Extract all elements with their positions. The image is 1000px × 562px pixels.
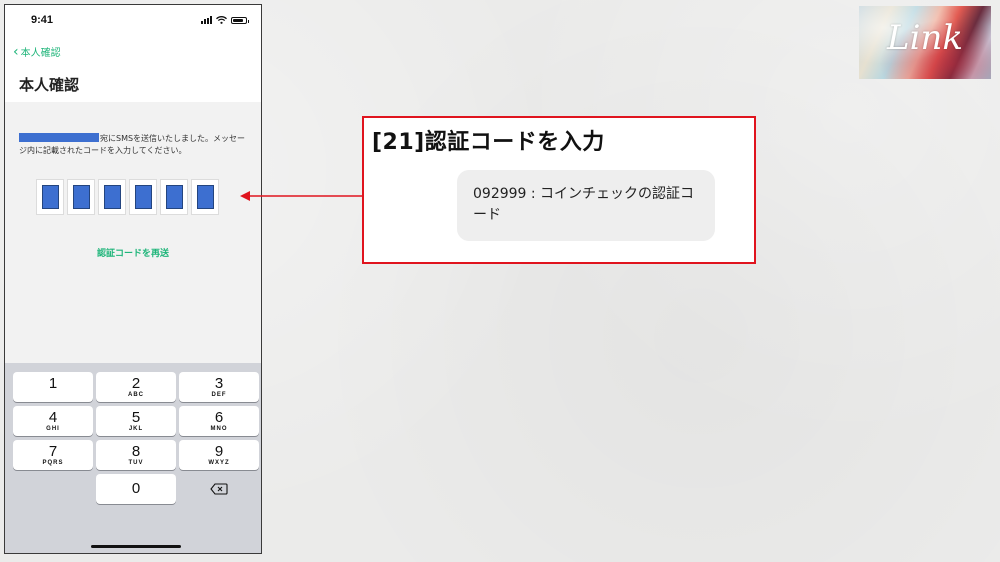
key-letters: PQRS bbox=[42, 460, 64, 466]
code-digit-box[interactable] bbox=[129, 179, 157, 215]
key-1[interactable]: 1 bbox=[13, 372, 93, 402]
key-letters: GHI bbox=[46, 426, 60, 432]
key-4[interactable]: 4 GHI bbox=[13, 406, 93, 436]
key-number: 9 bbox=[214, 443, 224, 460]
sms-bubble: 092999 : コインチェックの認証コード bbox=[457, 170, 715, 241]
backspace-key[interactable] bbox=[179, 474, 259, 504]
key-0[interactable]: 0 bbox=[96, 474, 176, 504]
key-number: 2 bbox=[131, 375, 141, 392]
battery-icon bbox=[231, 16, 249, 24]
redacted-digit bbox=[72, 185, 90, 209]
key-number: 0 bbox=[131, 480, 141, 497]
status-icons bbox=[201, 16, 249, 24]
status-time: 9:41 bbox=[31, 14, 54, 26]
key-5[interactable]: 5 JKL bbox=[96, 406, 176, 436]
key-9[interactable]: 9 WXYZ bbox=[179, 440, 259, 470]
key-number: 5 bbox=[131, 409, 141, 426]
signal-icon bbox=[201, 16, 212, 24]
redacted-digit bbox=[103, 185, 121, 209]
callout-box: [21]認証コードを入力 092999 : コインチェックの認証コード bbox=[362, 116, 756, 264]
key-3[interactable]: 3 DEF bbox=[179, 372, 259, 402]
key-letters: ABC bbox=[128, 392, 144, 398]
numeric-keypad: 1 2 ABC 3 DEF 4 GHI 5 JKL 6 MNO 7 PQRS 8 TUV 9 WXYZ 0 bbox=[5, 363, 261, 553]
callout-title: [21]認証コードを入力 bbox=[372, 130, 605, 155]
wifi-icon bbox=[216, 16, 227, 24]
back-button[interactable]: ‹ 本人確認 bbox=[13, 43, 61, 60]
redacted-digit bbox=[134, 185, 152, 209]
key-number: 6 bbox=[214, 409, 224, 426]
key-number: 4 bbox=[48, 409, 58, 426]
sms-instruction: 宛にSMSを送信いたしました。メッセージ内に記載されたコードを入力してください。 bbox=[19, 133, 251, 157]
key-number: 7 bbox=[48, 443, 58, 460]
resend-code-link[interactable]: 認証コードを再送 bbox=[5, 246, 261, 259]
key-7[interactable]: 7 PQRS bbox=[13, 440, 93, 470]
home-indicator bbox=[91, 545, 181, 548]
redacted-digit bbox=[196, 185, 214, 209]
key-letters: WXYZ bbox=[208, 460, 230, 466]
sms-bubble-text: 092999 : コインチェックの認証コード bbox=[473, 186, 695, 223]
key-6[interactable]: 6 MNO bbox=[179, 406, 259, 436]
redacted-digit bbox=[41, 185, 59, 209]
arrow-left-icon bbox=[240, 191, 362, 201]
code-digit-box[interactable] bbox=[98, 179, 126, 215]
status-bar: 9:41 bbox=[5, 5, 261, 39]
logo-text: Link bbox=[887, 18, 963, 58]
redacted-phone-number bbox=[19, 133, 99, 142]
back-label: 本人確認 bbox=[20, 48, 61, 59]
key-letters: JKL bbox=[128, 426, 144, 432]
code-digit-box[interactable] bbox=[36, 179, 64, 215]
redacted-digit bbox=[165, 185, 183, 209]
phone-screen: 9:41 ‹ 本人確認 本人確認 宛にSMSを送信いたしました。メッセージ内に記… bbox=[4, 4, 262, 554]
key-number: 3 bbox=[214, 375, 224, 392]
code-digit-box[interactable] bbox=[191, 179, 219, 215]
key-letters: MNO bbox=[210, 426, 228, 432]
backspace-icon bbox=[210, 483, 228, 495]
chevron-left-icon: ‹ bbox=[13, 43, 19, 60]
code-digit-box[interactable] bbox=[67, 179, 95, 215]
key-2[interactable]: 2 ABC bbox=[96, 372, 176, 402]
key-letters: TUV bbox=[128, 460, 144, 466]
key-number: 8 bbox=[131, 443, 141, 460]
key-8[interactable]: 8 TUV bbox=[96, 440, 176, 470]
content-area: 宛にSMSを送信いたしました。メッセージ内に記載されたコードを入力してください。 bbox=[5, 102, 261, 372]
key-letters: DEF bbox=[211, 392, 227, 398]
key-number: 1 bbox=[48, 375, 58, 392]
code-digit-box[interactable] bbox=[160, 179, 188, 215]
verification-code-input[interactable] bbox=[36, 179, 219, 215]
page-title: 本人確認 bbox=[19, 76, 80, 94]
link-logo: Link bbox=[859, 6, 991, 79]
battery-level bbox=[233, 18, 244, 22]
